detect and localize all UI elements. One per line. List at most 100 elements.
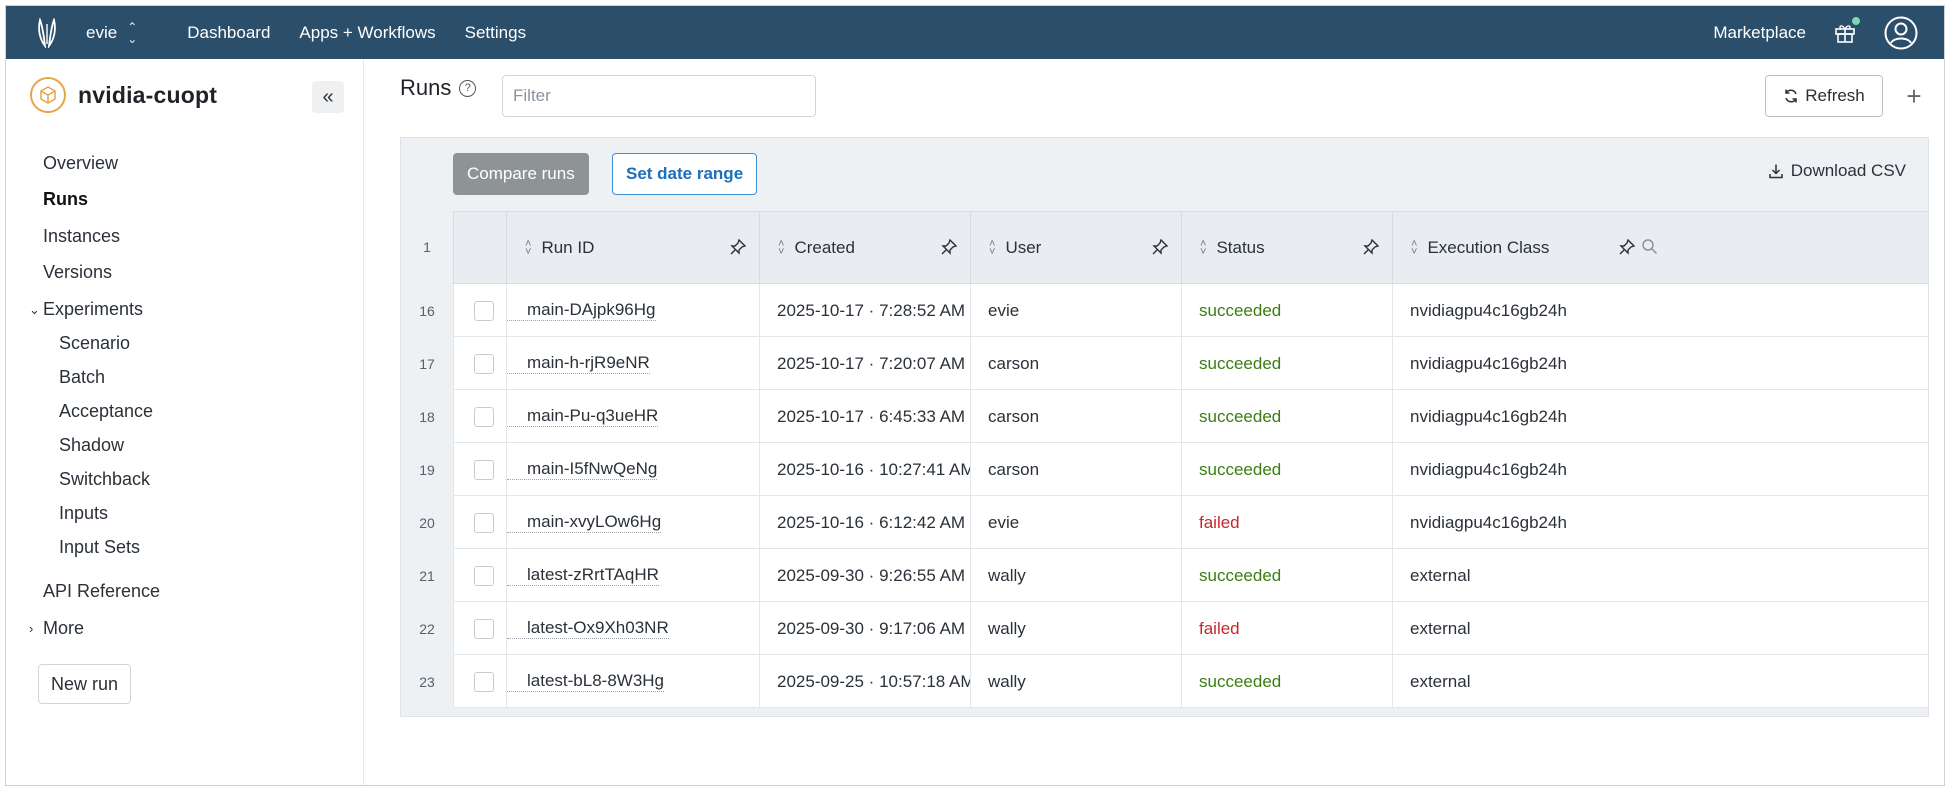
run-id-cell: main-DAjpk96Hg bbox=[506, 284, 759, 337]
sidebar-item-versions[interactable]: Versions bbox=[43, 262, 112, 283]
sort-icon[interactable]: ˄ ˅ bbox=[525, 239, 531, 258]
marketplace-link[interactable]: Marketplace bbox=[1713, 23, 1806, 43]
logo-icon[interactable] bbox=[20, 6, 74, 59]
collapse-sidebar-button[interactable]: « bbox=[312, 81, 344, 113]
row-checkbox[interactable] bbox=[474, 618, 494, 639]
compare-runs-button[interactable]: Compare runs bbox=[453, 153, 589, 195]
column-header-status[interactable]: ˄ ˅ Status bbox=[1181, 212, 1392, 284]
table-row[interactable]: 22 latest-Ox9Xh03NR 2025-09-30 · 9:17:06… bbox=[401, 602, 1928, 655]
execution-class-cell: external bbox=[1392, 549, 1928, 602]
execution-class-cell: external bbox=[1392, 602, 1928, 655]
new-run-button[interactable]: New run bbox=[38, 664, 132, 704]
run-id-link[interactable]: main-Pu-q3ueHR bbox=[507, 406, 659, 427]
run-id-link[interactable]: latest-Ox9Xh03NR bbox=[507, 618, 669, 639]
refresh-button[interactable]: Refresh bbox=[1765, 75, 1883, 117]
search-icon[interactable] bbox=[1641, 238, 1658, 255]
set-date-range-button[interactable]: Set date range bbox=[612, 153, 758, 195]
pin-icon[interactable] bbox=[1618, 238, 1636, 256]
column-header-user[interactable]: ˄ ˅ User bbox=[970, 212, 1181, 284]
help-icon[interactable]: ? bbox=[459, 79, 477, 97]
nav-settings[interactable]: Settings bbox=[465, 23, 526, 43]
sidebar-item-shadow[interactable]: Shadow bbox=[59, 435, 124, 456]
run-id-link[interactable]: latest-zRrtTAqHR bbox=[507, 565, 659, 586]
refresh-label: Refresh bbox=[1805, 86, 1865, 105]
execution-class-cell: nvidiagpu4c16gb24h bbox=[1392, 337, 1928, 390]
add-icon[interactable]: + bbox=[1903, 75, 1925, 117]
sidebar-item-input-sets[interactable]: Input Sets bbox=[59, 537, 140, 558]
user-avatar-icon[interactable] bbox=[1884, 16, 1918, 50]
column-header-created[interactable]: ˄ ˅ Created bbox=[759, 212, 970, 284]
chevron-right-icon: › bbox=[29, 621, 34, 636]
filter-input[interactable] bbox=[502, 75, 816, 117]
execution-class-cell: nvidiagpu4c16gb24h bbox=[1392, 443, 1928, 496]
status-cell: failed bbox=[1181, 496, 1392, 549]
column-header-execution-class[interactable]: ˄ ˅ Execution Class bbox=[1392, 212, 1928, 284]
sort-icon[interactable]: ˄ ˅ bbox=[778, 239, 784, 258]
sidebar-item-runs[interactable]: Runs bbox=[43, 189, 88, 210]
pin-icon[interactable] bbox=[1362, 238, 1380, 256]
sidebar-item-acceptance[interactable]: Acceptance bbox=[59, 401, 153, 422]
runs-grid: Compare runs Set date range Download CSV… bbox=[400, 137, 1929, 717]
sidebar-item-api-reference[interactable]: API Reference bbox=[43, 581, 160, 602]
download-csv-button[interactable]: Download CSV bbox=[1768, 161, 1906, 181]
run-id-link[interactable]: main-I5fNwQeNg bbox=[507, 459, 658, 480]
sidebar-item-more[interactable]: › More bbox=[29, 618, 84, 639]
row-number: 23 bbox=[401, 655, 453, 708]
sidebar-item-overview[interactable]: Overview bbox=[43, 153, 118, 174]
run-id-cell: latest-zRrtTAqHR bbox=[506, 549, 759, 602]
created-cell: 2025-09-25 · 10:57:18 AM PDT bbox=[759, 655, 970, 708]
column-label: Run ID bbox=[541, 238, 595, 257]
row-checkbox[interactable] bbox=[474, 565, 494, 586]
sidebar-item-inputs[interactable]: Inputs bbox=[59, 503, 108, 524]
sidebar-item-switchback[interactable]: Switchback bbox=[59, 469, 150, 490]
sort-icon[interactable]: ˄ ˅ bbox=[1411, 239, 1417, 258]
nav-dashboard[interactable]: Dashboard bbox=[187, 23, 270, 43]
row-checkbox[interactable] bbox=[474, 459, 494, 480]
run-id-cell: latest-Ox9Xh03NR bbox=[506, 602, 759, 655]
table-row[interactable]: 16 main-DAjpk96Hg 2025-10-17 · 7:28:52 A… bbox=[401, 284, 1928, 337]
execution-class-cell: external bbox=[1392, 655, 1928, 708]
table-row[interactable]: 19 main-I5fNwQeNg 2025-10-16 · 10:27:41 … bbox=[401, 443, 1928, 496]
table-row[interactable]: 23 latest-bL8-8W3Hg 2025-09-25 · 10:57:1… bbox=[401, 655, 1928, 708]
table-row[interactable]: 18 main-Pu-q3ueHR 2025-10-17 · 6:45:33 A… bbox=[401, 390, 1928, 443]
table-row[interactable]: 17 main-h-rjR9eNR 2025-10-17 · 7:20:07 A… bbox=[401, 337, 1928, 390]
column-label: Created bbox=[794, 238, 855, 257]
sort-icon[interactable]: ˄ ˅ bbox=[1200, 239, 1206, 258]
sidebar-item-instances[interactable]: Instances bbox=[43, 226, 120, 247]
sort-icon[interactable]: ˄ ˅ bbox=[989, 239, 995, 258]
sidebar-item-scenario[interactable]: Scenario bbox=[59, 333, 130, 354]
row-checkbox[interactable] bbox=[474, 671, 494, 692]
notification-dot bbox=[1852, 16, 1860, 25]
pin-icon[interactable] bbox=[729, 238, 747, 256]
row-checkbox-cell bbox=[453, 496, 506, 549]
run-id-link[interactable]: main-DAjpk96Hg bbox=[507, 300, 656, 321]
run-id-link[interactable]: latest-bL8-8W3Hg bbox=[507, 671, 665, 692]
row-checkbox[interactable] bbox=[474, 353, 494, 374]
run-id-link[interactable]: main-xvyLOw6Hg bbox=[507, 512, 662, 533]
status-cell: failed bbox=[1181, 602, 1392, 655]
nav-apps-workflows[interactable]: Apps + Workflows bbox=[299, 23, 435, 43]
run-id-cell: main-h-rjR9eNR bbox=[506, 337, 759, 390]
run-id-cell: main-Pu-q3ueHR bbox=[506, 390, 759, 443]
sidebar-item-batch[interactable]: Batch bbox=[59, 367, 105, 388]
top-nav: Dashboard Apps + Workflows Settings bbox=[187, 23, 526, 43]
gift-icon[interactable] bbox=[1834, 16, 1860, 44]
user-cell: carson bbox=[970, 443, 1181, 496]
row-checkbox[interactable] bbox=[474, 512, 494, 533]
row-checkbox[interactable] bbox=[474, 406, 494, 427]
row-checkbox[interactable] bbox=[474, 300, 494, 321]
table-row[interactable]: 20 main-xvyLOw6Hg 2025-10-16 · 6:12:42 A… bbox=[401, 496, 1928, 549]
status-cell: succeeded bbox=[1181, 390, 1392, 443]
run-id-cell: latest-bL8-8W3Hg bbox=[506, 655, 759, 708]
sidebar-item-experiments[interactable]: ⌄ Experiments bbox=[29, 299, 143, 320]
column-header-run-id[interactable]: ˄ ˅ Run ID bbox=[506, 212, 759, 284]
org-name: evie bbox=[86, 22, 118, 42]
run-id-cell: main-I5fNwQeNg bbox=[506, 443, 759, 496]
org-switcher[interactable]: evie ⌃ ⌄ bbox=[86, 21, 137, 45]
created-cell: 2025-10-16 · 10:27:41 AM PDT bbox=[759, 443, 970, 496]
refresh-icon bbox=[1785, 89, 1797, 103]
run-id-link[interactable]: main-h-rjR9eNR bbox=[507, 353, 650, 374]
pin-icon[interactable] bbox=[940, 238, 958, 256]
table-row[interactable]: 21 latest-zRrtTAqHR 2025-09-30 · 9:26:55… bbox=[401, 549, 1928, 602]
pin-icon[interactable] bbox=[1151, 238, 1169, 256]
